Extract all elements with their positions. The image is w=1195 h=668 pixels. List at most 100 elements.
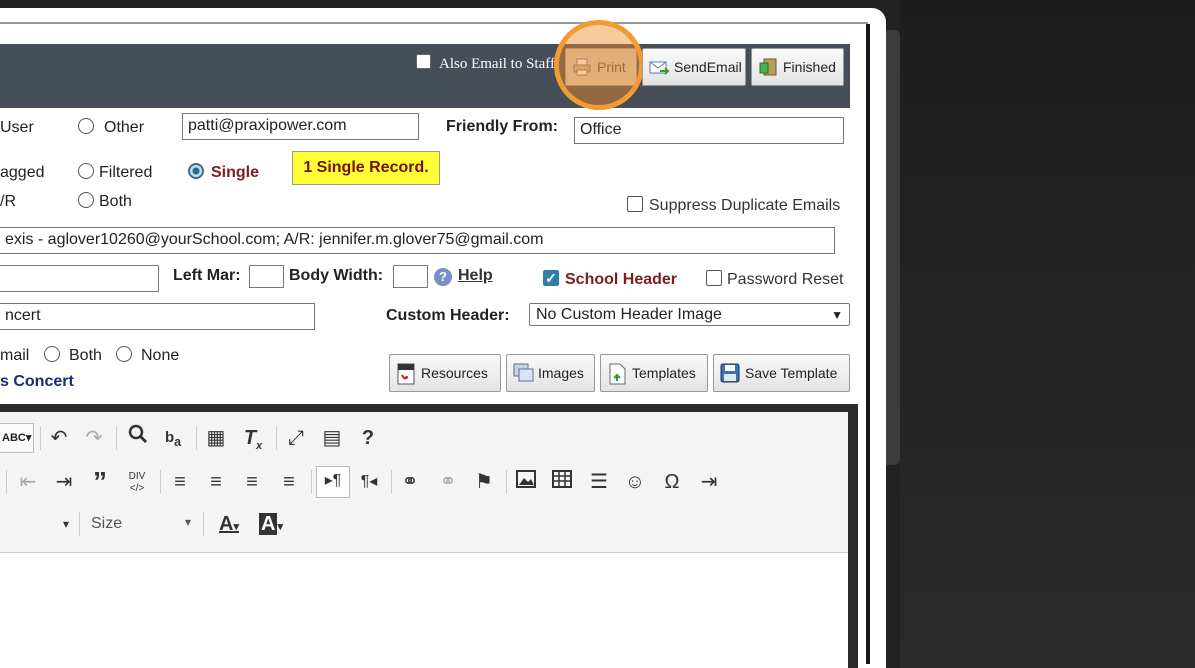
from-name-field[interactable] — [0, 265, 159, 292]
text-direction-ltr-icon[interactable]: ▸¶ — [316, 466, 350, 498]
resources-button[interactable]: Resources — [389, 354, 501, 392]
page-break-icon[interactable]: ⇥ — [695, 468, 723, 496]
undo-icon[interactable]: ↶ — [45, 424, 73, 452]
font-dropdown-arrow-icon[interactable]: ▾ — [52, 510, 80, 538]
text-color-icon[interactable]: A▾ — [212, 510, 246, 538]
also-email-staff-label: Also Email to Staff — [439, 56, 555, 72]
unlink-icon[interactable]: ⚭ — [434, 468, 462, 496]
print-label: Print — [597, 59, 626, 75]
filtered-label: Filtered — [99, 164, 153, 181]
spellcheck-label: ABC — [2, 432, 26, 444]
align-left-icon[interactable]: ≡ — [166, 468, 194, 496]
printer-icon — [572, 57, 592, 77]
align-center-icon[interactable]: ≡ — [202, 468, 230, 496]
blockquote-icon[interactable]: ” — [86, 468, 114, 496]
tagged-label: agged — [0, 164, 45, 181]
toolbar-separator — [6, 470, 7, 494]
send-email-label: SendEmail — [674, 59, 742, 75]
both-recipients-radio[interactable] — [78, 192, 94, 208]
recipients-field[interactable]: exis - aglover10260@yourSchool.com; A/R:… — [0, 227, 835, 254]
school-header-checkbox[interactable]: ✓ — [543, 270, 559, 286]
align-right-icon[interactable]: ≡ — [238, 468, 266, 496]
left-margin-label: Left Mar: — [173, 267, 241, 284]
password-reset-checkbox[interactable] — [706, 270, 722, 286]
both-recipients-label: Both — [99, 193, 132, 210]
toolbar-separator — [276, 426, 277, 450]
format-none-radio[interactable] — [116, 346, 132, 362]
ar-label: /R — [0, 193, 16, 210]
help-icon[interactable]: ? — [434, 268, 452, 286]
toolbar-separator — [506, 470, 507, 494]
editor-content-area[interactable] — [0, 552, 848, 668]
password-reset-label: Password Reset — [727, 271, 844, 288]
horizontal-rule-icon[interactable]: ☰ — [585, 468, 613, 496]
save-template-label: Save Template — [745, 365, 838, 381]
toolbar-separator — [116, 426, 117, 450]
chevron-down-icon: ▾ — [184, 515, 191, 529]
from-other-radio[interactable] — [78, 118, 94, 134]
suppress-duplicates-label: Suppress Duplicate Emails — [649, 197, 841, 214]
send-email-button[interactable]: SendEmail — [642, 48, 746, 86]
toolbar-separator — [79, 512, 80, 536]
templates-button[interactable]: Templates — [600, 354, 708, 392]
format-none-label: None — [141, 347, 180, 364]
image-icon[interactable] — [512, 468, 540, 496]
table-icon[interactable] — [548, 468, 576, 496]
floppy-disk-icon — [720, 363, 740, 383]
background-color-icon[interactable]: A ▾ — [254, 510, 288, 538]
templates-label: Templates — [632, 365, 696, 381]
link-icon[interactable]: ⚭ — [396, 468, 424, 496]
justify-icon[interactable]: ≡ — [275, 468, 303, 496]
help-link[interactable]: Help — [458, 267, 493, 285]
indent-icon[interactable]: ⇥ — [50, 468, 78, 496]
finished-button[interactable]: Finished — [751, 48, 844, 86]
left-margin-field[interactable] — [249, 265, 284, 288]
custom-header-select[interactable]: No Custom Header Image ▼ — [529, 303, 850, 326]
resources-label: Resources — [421, 365, 488, 381]
create-div-icon[interactable]: DIV </> — [123, 468, 151, 496]
font-size-dropdown[interactable]: Size ▾ — [91, 515, 191, 533]
redo-icon[interactable]: ↷ — [80, 424, 108, 452]
record-count-badge: 1 Single Record. — [292, 151, 440, 185]
text-direction-rtl-icon[interactable]: ¶◂ — [355, 468, 383, 496]
filtered-radio[interactable] — [78, 163, 94, 179]
remove-format-icon[interactable]: Tx — [239, 424, 267, 452]
single-label: Single — [211, 164, 260, 181]
toolbar-separator — [196, 426, 197, 450]
outdent-icon[interactable]: ⇤ — [14, 468, 42, 496]
friendly-from-field[interactable]: Office — [574, 117, 844, 144]
suppress-duplicates-checkbox[interactable] — [627, 196, 643, 212]
smiley-icon[interactable]: ☺ — [621, 468, 649, 496]
format-both-radio[interactable] — [44, 346, 60, 362]
find-icon[interactable] — [124, 424, 152, 452]
template-name-link[interactable]: s Concert — [0, 373, 74, 391]
custom-header-label: Custom Header: — [386, 307, 510, 324]
single-radio[interactable] — [188, 163, 204, 179]
also-email-staff-checkbox[interactable] — [416, 54, 431, 69]
spellcheck-button[interactable]: ABC▾ — [0, 423, 34, 453]
body-width-field[interactable] — [393, 265, 428, 288]
images-button[interactable]: Images — [506, 354, 595, 392]
from-user-label: User — [0, 119, 34, 136]
select-all-icon[interactable]: ▦ — [202, 424, 230, 452]
subject-field[interactable]: ncert — [0, 303, 315, 330]
show-blocks-icon[interactable]: ▤ — [318, 424, 346, 452]
background-window-edge — [885, 30, 900, 465]
toolbar-separator — [203, 512, 204, 536]
special-char-omega-icon[interactable]: Ω — [658, 468, 686, 496]
template-document-icon — [607, 363, 627, 385]
anchor-flag-icon[interactable]: ⚑ — [470, 468, 498, 496]
format-email-label: mail — [0, 347, 30, 364]
about-icon[interactable]: ? — [354, 424, 382, 452]
dialog-right-border — [866, 24, 870, 664]
replace-icon[interactable]: ba — [159, 424, 187, 452]
images-label: Images — [538, 365, 584, 381]
print-button[interactable]: Print — [565, 48, 637, 86]
toolbar-separator — [311, 470, 312, 494]
maximize-icon[interactable]: ⤢ — [282, 424, 310, 452]
school-header-label: School Header — [565, 271, 678, 288]
toolbar-separator — [40, 426, 41, 450]
create-div-label: DIV — [128, 471, 146, 482]
from-email-field[interactable]: patti@praxipower.com — [182, 113, 419, 140]
save-template-button[interactable]: Save Template — [713, 354, 850, 392]
